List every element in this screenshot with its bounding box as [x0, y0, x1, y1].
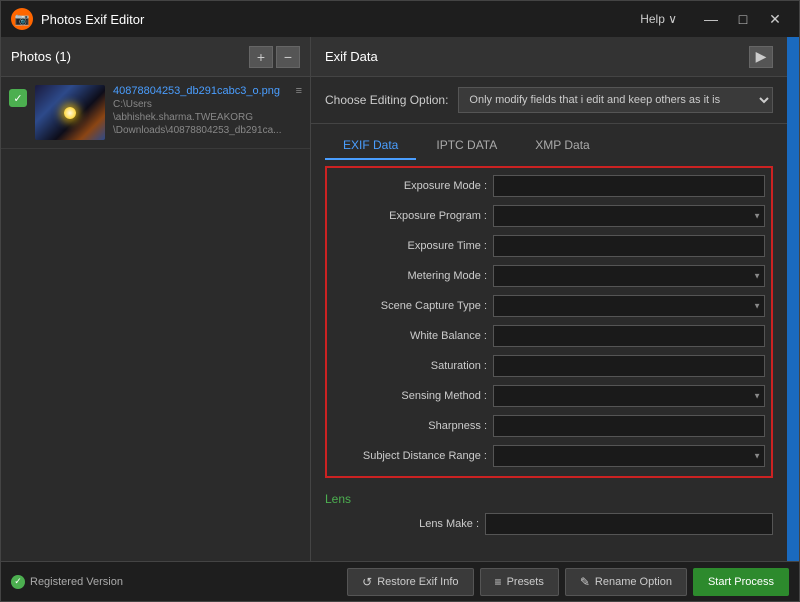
sensing-method-label: Sensing Method : [333, 390, 493, 402]
minimize-button[interactable]: — [697, 8, 725, 30]
metering-mode-select-wrapper [493, 265, 765, 287]
saturation-input[interactable] [493, 355, 765, 377]
lens-make-input[interactable] [485, 513, 773, 535]
subject-distance-range-select[interactable] [493, 445, 765, 467]
window-controls: Help ∨ — □ ✕ [640, 8, 789, 30]
tab-iptc-data[interactable]: IPTC DATA [418, 132, 515, 160]
white-balance-row: White Balance : [333, 322, 765, 350]
scene-capture-type-select-wrapper [493, 295, 765, 317]
maximize-button[interactable]: □ [729, 8, 757, 30]
left-panel: Photos (1) + − ✓ 40878804253_db291cabc3_… [1, 37, 311, 561]
lens-section-label: Lens [325, 484, 773, 510]
restore-label: Restore Exif Info [377, 576, 458, 588]
presets-icon: ≡ [495, 575, 502, 589]
photo-item: ✓ 40878804253_db291cabc3_o.png C:\Users … [1, 77, 310, 149]
exposure-mode-input[interactable] [493, 175, 765, 197]
rename-label: Rename Option [595, 576, 672, 588]
photo-checkbox[interactable]: ✓ [9, 89, 27, 107]
sensing-method-select-wrapper [493, 385, 765, 407]
tab-xmp-data[interactable]: XMP Data [517, 132, 607, 160]
main-content: Photos (1) + − ✓ 40878804253_db291cabc3_… [1, 37, 799, 561]
exposure-mode-row: Exposure Mode : [333, 172, 765, 200]
exposure-mode-label: Exposure Mode : [333, 180, 493, 192]
sensing-method-select[interactable] [493, 385, 765, 407]
exposure-time-label: Exposure Time : [333, 240, 493, 252]
right-panel: Exif Data ▶ Choose Editing Option: Only … [311, 37, 787, 561]
saturation-row: Saturation : [333, 352, 765, 380]
sharpness-row: Sharpness : [333, 412, 765, 440]
close-button[interactable]: ✕ [761, 8, 789, 30]
presets-label: Presets [507, 576, 544, 588]
photos-header: Photos (1) + − [1, 37, 310, 77]
saturation-label: Saturation : [333, 360, 493, 372]
white-balance-label: White Balance : [333, 330, 493, 342]
exposure-program-select-wrapper [493, 205, 765, 227]
app-title: Photos Exif Editor [41, 12, 640, 27]
exposure-program-label: Exposure Program : [333, 210, 493, 222]
app-icon: 📷 [11, 8, 33, 30]
sensing-method-row: Sensing Method : [333, 382, 765, 410]
metering-mode-label: Metering Mode : [333, 270, 493, 282]
exposure-time-row: Exposure Time : [333, 232, 765, 260]
photo-filename: 40878804253_db291cabc3_o.png [113, 85, 288, 97]
editing-option-select[interactable]: Only modify fields that i edit and keep … [458, 87, 773, 113]
exif-header: Exif Data ▶ [311, 37, 787, 77]
photo-path2: \abhishek.sharma.TWEAKORG [113, 112, 288, 123]
photo-path3: \Downloads\40878804253_db291ca... [113, 125, 288, 136]
white-balance-input[interactable] [493, 325, 765, 347]
app-window: 📷 Photos Exif Editor Help ∨ — □ ✕ Photos… [0, 0, 800, 602]
exposure-time-input[interactable] [493, 235, 765, 257]
metering-mode-row: Metering Mode : [333, 262, 765, 290]
editing-option-label: Choose Editing Option: [325, 93, 448, 107]
subject-distance-range-label: Subject Distance Range : [333, 450, 493, 462]
red-box-section: Exposure Mode : Exposure Program : Expos… [325, 166, 773, 478]
bottom-bar: ✓ Registered Version ↺ Restore Exif Info… [1, 561, 799, 601]
exposure-program-select[interactable] [493, 205, 765, 227]
tabs-row: EXIF Data IPTC DATA XMP Data [311, 124, 787, 160]
restore-icon: ↺ [362, 575, 372, 589]
metering-mode-select[interactable] [493, 265, 765, 287]
subject-distance-range-select-wrapper [493, 445, 765, 467]
start-process-button[interactable]: Start Process [693, 568, 789, 596]
status-text: ✓ Registered Version [11, 575, 123, 589]
tab-exif-data[interactable]: EXIF Data [325, 132, 416, 160]
status-icon: ✓ [11, 575, 25, 589]
rename-icon: ✎ [580, 575, 590, 589]
lens-make-row: Lens Make : [325, 510, 773, 538]
lens-make-label: Lens Make : [325, 518, 485, 530]
help-button[interactable]: Help ∨ [640, 12, 677, 26]
title-bar: 📷 Photos Exif Editor Help ∨ — □ ✕ [1, 1, 799, 37]
exif-nav-button[interactable]: ▶ [749, 46, 773, 68]
form-area: Exposure Mode : Exposure Program : Expos… [311, 160, 787, 561]
right-scroll-decor [787, 37, 799, 561]
exif-title: Exif Data [325, 49, 378, 64]
photo-thumbnail [35, 85, 105, 140]
editing-option-row: Choose Editing Option: Only modify field… [311, 77, 787, 124]
status-label: Registered Version [30, 576, 123, 588]
start-label: Start Process [708, 576, 774, 588]
scene-capture-type-row: Scene Capture Type : [333, 292, 765, 320]
photo-more-icon[interactable]: ≡ [296, 85, 302, 97]
rename-option-button[interactable]: ✎ Rename Option [565, 568, 687, 596]
sharpness-input[interactable] [493, 415, 765, 437]
presets-button[interactable]: ≡ Presets [480, 568, 559, 596]
remove-photo-button[interactable]: − [276, 46, 300, 68]
subject-distance-range-row: Subject Distance Range : [333, 442, 765, 470]
scene-capture-type-label: Scene Capture Type : [333, 300, 493, 312]
restore-exif-button[interactable]: ↺ Restore Exif Info [347, 568, 473, 596]
exposure-program-row: Exposure Program : [333, 202, 765, 230]
add-photo-button[interactable]: + [249, 46, 273, 68]
photo-path1: C:\Users [113, 99, 288, 110]
photo-info: 40878804253_db291cabc3_o.png C:\Users \a… [113, 85, 288, 136]
photos-title: Photos (1) [11, 49, 246, 64]
scene-capture-type-select[interactable] [493, 295, 765, 317]
sharpness-label: Sharpness : [333, 420, 493, 432]
